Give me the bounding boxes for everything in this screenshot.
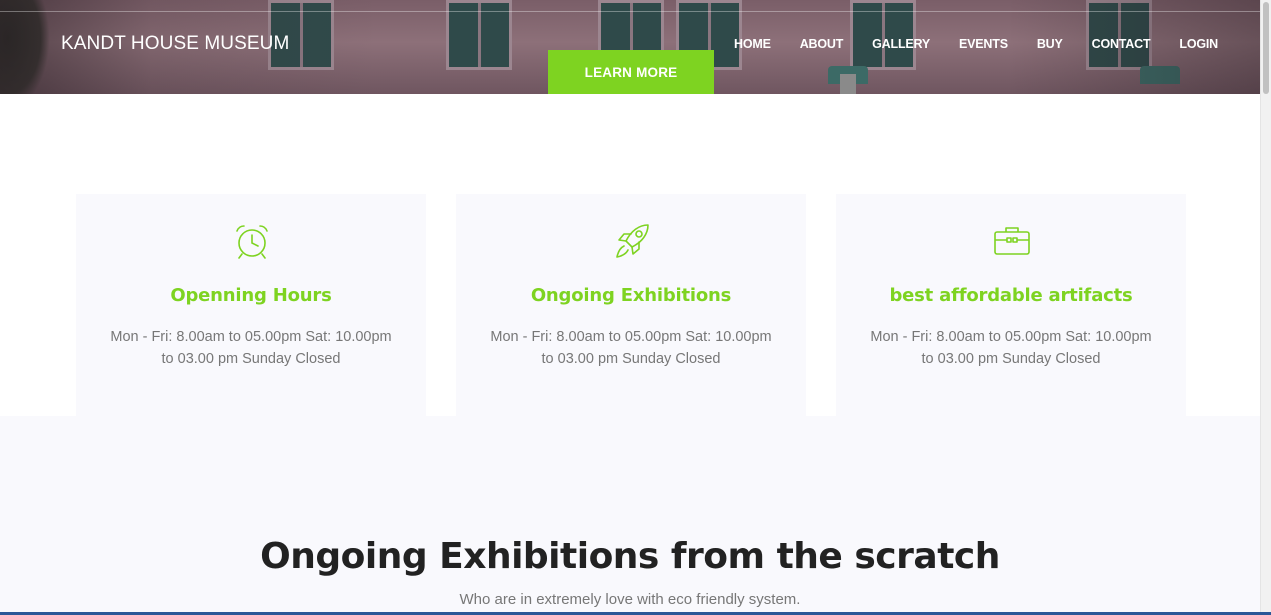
nav-gallery[interactable]: GALLERY [872,37,930,51]
exhibitions-section: Ongoing Exhibitions from the scratch Who… [0,416,1260,615]
feature-text: Mon - Fri: 8.00am to 05.00pm Sat: 10.00p… [110,329,392,367]
alarm-clock-icon [236,225,268,259]
nav-contact[interactable]: CONTACT [1092,37,1151,51]
site-logo-text[interactable]: KANDT HOUSE MUSEUM [61,33,289,55]
section-title: Ongoing Exhibitions from the scratch [260,536,1000,577]
feature-title: Ongoing Exhibitions [530,285,732,306]
learn-more-button[interactable]: LEARN MORE [548,50,714,94]
hero-roofline [0,11,1260,12]
feature-text: Mon - Fri: 8.00am to 05.00pm Sat: 10.00p… [870,329,1152,367]
feature-title: best affordable artifacts [889,285,1133,306]
main-nav: HOME ABOUT GALLERY EVENTS BUY CONTACT LO… [734,37,1247,51]
feature-text: Mon - Fri: 8.00am to 05.00pm Sat: 10.00p… [490,329,772,367]
feature-title: Openning Hours [170,285,332,306]
feature-card-exhibitions: Ongoing Exhibitions Mon - Fri: 8.00am to… [456,194,806,416]
nav-home[interactable]: HOME [734,37,771,51]
nav-about[interactable]: ABOUT [800,37,844,51]
section-subtitle: Who are in extremely love with eco frien… [459,591,801,608]
scrollbar-thumb[interactable] [1263,2,1269,94]
vertical-scrollbar[interactable] [1260,0,1271,615]
feature-card-artifacts: best affordable artifacts Mon - Fri: 8.0… [836,194,1186,416]
nav-login[interactable]: LOGIN [1179,37,1218,51]
nav-buy[interactable]: BUY [1037,37,1063,51]
feature-card-hours: Openning Hours Mon - Fri: 8.00am to 05.0… [76,194,426,416]
rocket-icon [616,224,649,258]
nav-events[interactable]: EVENTS [959,37,1008,51]
hero-banner: KANDT HOUSE MUSEUM HOME ABOUT GALLERY EV… [0,0,1260,94]
briefcase-icon [994,227,1030,255]
